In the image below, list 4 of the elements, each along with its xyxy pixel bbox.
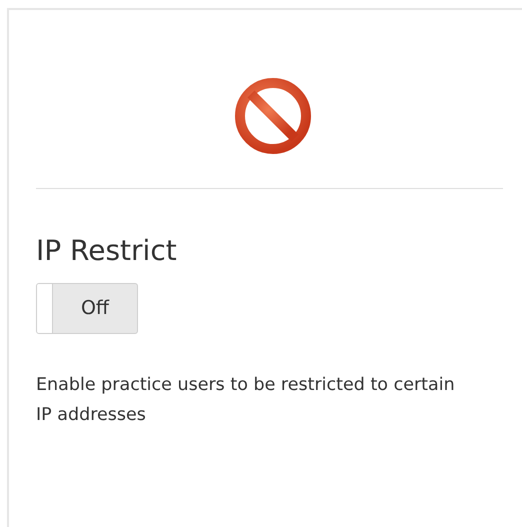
setting-description: Enable practice users to be restricted to certain IP addresses: [36, 374, 456, 427]
prohibited-icon: [234, 77, 312, 155]
toggle-switch[interactable]: Off: [36, 283, 138, 334]
setting-title: IP Restrict: [36, 233, 178, 269]
